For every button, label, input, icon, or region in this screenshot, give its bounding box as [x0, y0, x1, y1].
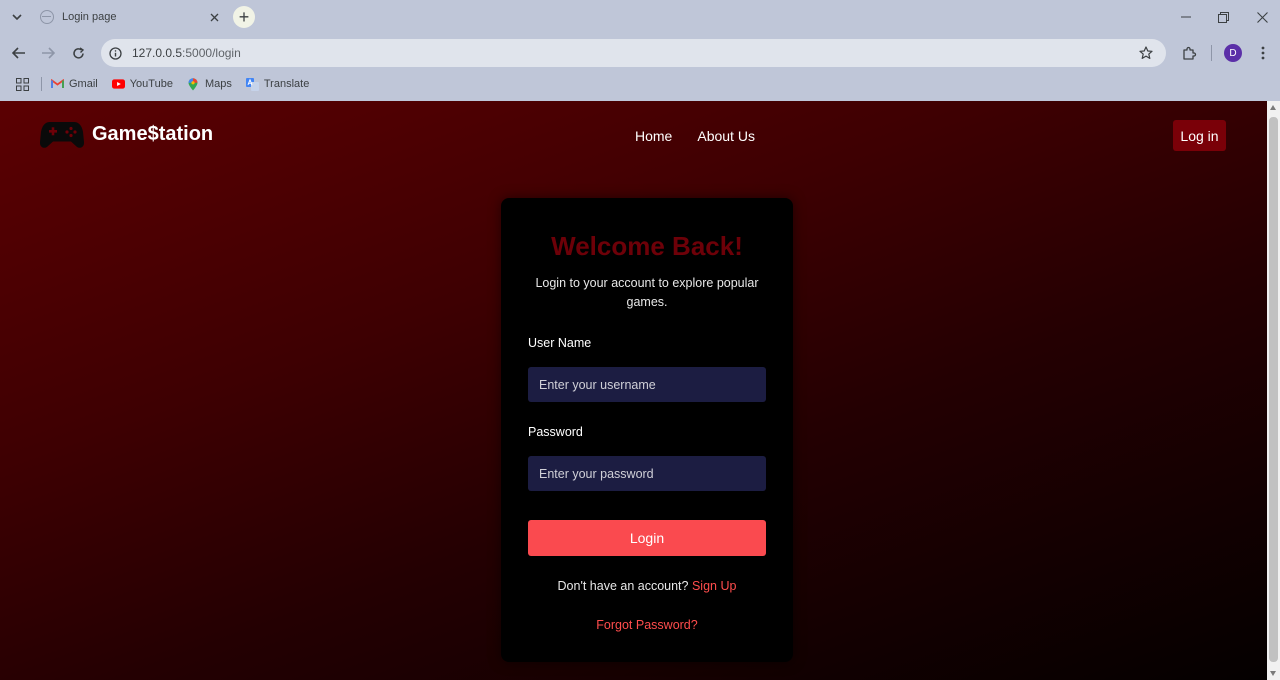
page-scrollbar[interactable] — [1267, 101, 1280, 680]
bookmark-youtube[interactable]: YouTube — [111, 78, 173, 90]
minimize-icon — [1181, 16, 1191, 18]
page-viewport: Game$tation Home About Us Log in Welcome… — [0, 101, 1267, 680]
arrow-right-icon — [42, 47, 55, 59]
apps-grid-icon — [15, 77, 29, 91]
bookmark-gmail[interactable]: Gmail — [51, 78, 98, 90]
tab-search-button[interactable] — [6, 7, 28, 27]
tab-strip: Login page + — [0, 0, 1280, 34]
bookmark-label: YouTube — [129, 78, 173, 90]
site-header: Game$tation Home About Us Log in — [0, 101, 1267, 171]
nav-home-link[interactable]: Home — [635, 128, 672, 144]
close-icon — [210, 13, 218, 21]
toolbar-divider — [1211, 45, 1212, 61]
star-icon — [1139, 46, 1153, 59]
login-heading: Welcome Back! — [551, 231, 743, 261]
bookmark-star-button[interactable] — [1132, 39, 1160, 67]
chevron-down-icon — [12, 14, 22, 20]
minimize-button[interactable] — [1167, 0, 1205, 34]
arrow-left-icon — [12, 47, 25, 59]
scrollbar-thumb[interactable] — [1269, 117, 1278, 662]
bookmark-translate[interactable]: Translate — [245, 77, 310, 91]
back-button[interactable] — [7, 41, 31, 65]
puzzle-icon — [1182, 46, 1196, 60]
gamepad-icon — [40, 122, 84, 148]
reload-button[interactable] — [66, 41, 90, 65]
new-tab-button[interactable]: + — [233, 6, 255, 28]
youtube-icon — [111, 78, 125, 90]
password-input[interactable] — [528, 456, 766, 491]
restore-button[interactable] — [1204, 0, 1242, 34]
profile-avatar[interactable]: D — [1224, 44, 1242, 62]
header-login-button[interactable]: Log in — [1173, 120, 1226, 151]
close-icon — [1256, 11, 1268, 23]
forward-button[interactable] — [36, 41, 60, 65]
tab-close-button[interactable] — [204, 7, 224, 27]
signup-prompt: Don't have an account? Sign Up — [501, 579, 793, 593]
bookmark-label: Translate — [263, 78, 310, 90]
bookmark-maps[interactable]: Maps — [187, 77, 232, 90]
login-submit-button[interactable]: Login — [528, 520, 766, 556]
login-card: Welcome Back! Login to your account to e… — [501, 198, 793, 662]
bookmark-label: Maps — [204, 78, 232, 90]
translate-icon — [245, 77, 259, 91]
info-icon — [108, 46, 122, 60]
signup-prompt-text: Don't have an account? — [557, 579, 689, 593]
password-label: Password — [528, 425, 583, 439]
browser-toolbar: 127.0.0.5:5000/login — [0, 34, 1280, 72]
tab-title: Login page — [62, 11, 117, 23]
bookmarks-bar: Gmail YouTube Maps Translate — [0, 72, 1280, 96]
extensions-button[interactable] — [1177, 41, 1201, 65]
more-vert-icon — [1261, 46, 1265, 60]
url-path: :5000/login — [182, 46, 241, 60]
gmail-icon — [51, 78, 64, 90]
url-host: 127.0.0.5 — [132, 46, 183, 60]
nav-about-link[interactable]: About Us — [697, 128, 755, 144]
tab-active[interactable]: Login page — [30, 0, 228, 34]
forgot-password-link[interactable]: Forgot Password? — [501, 618, 793, 632]
apps-button[interactable] — [12, 74, 32, 94]
site-info-button[interactable] — [102, 40, 128, 66]
reload-icon — [72, 46, 84, 59]
address-bar[interactable]: 127.0.0.5:5000/login — [101, 39, 1166, 67]
brand[interactable]: Game$tation — [40, 118, 213, 150]
browser-menu-button[interactable] — [1252, 41, 1274, 65]
signup-link[interactable]: Sign Up — [692, 579, 736, 593]
scroll-down-arrow[interactable] — [1270, 671, 1276, 676]
globe-icon — [40, 10, 54, 24]
bookmarks-divider — [41, 77, 42, 91]
browser-chrome: Login page + 127.0.0.5:5000/login D Gmai… — [0, 0, 1280, 101]
close-window-button[interactable] — [1243, 0, 1280, 34]
main-nav: Home About Us — [635, 128, 780, 144]
scroll-up-arrow[interactable] — [1270, 105, 1276, 110]
username-input[interactable] — [528, 367, 766, 402]
brand-name: Game$tation — [92, 122, 214, 145]
username-label: User Name — [528, 336, 592, 350]
url-text: 127.0.0.5:5000/login — [132, 46, 1132, 60]
maps-icon — [187, 77, 200, 90]
bookmark-label: Gmail — [69, 78, 98, 90]
restore-icon — [1217, 11, 1229, 23]
login-subtitle: Login to your account to explore popular… — [535, 276, 759, 309]
